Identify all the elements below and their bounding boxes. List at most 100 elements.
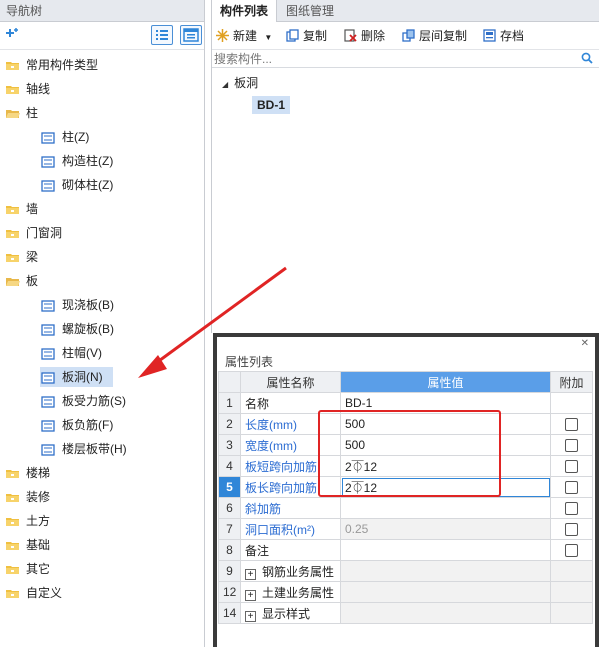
property-name: 板长跨向加筋 [240,476,341,498]
collapse-triangle-icon[interactable]: ◢ [222,80,228,89]
slab-rebar-icon [41,396,55,408]
row-number: 1 [218,392,241,414]
tree-item-label: 门窗洞 [26,226,63,240]
extra-checkbox[interactable] [565,418,578,432]
property-row[interactable]: 8 备注 [218,539,593,561]
floor-copy-button[interactable]: 层间复制 [402,28,467,44]
extra-checkbox[interactable] [565,544,578,558]
tree-folder-item[interactable]: 柱 [6,103,38,123]
save-archive-button-label: 存档 [500,29,525,43]
property-value[interactable]: BD-1 [340,392,551,414]
extra-cell [550,581,593,603]
tree-leaf-item[interactable]: 板受力筋(S) [40,391,126,411]
extra-cell [550,434,593,456]
property-row[interactable]: 14 + 显示样式 [218,602,593,624]
property-row[interactable]: 6 斜加筋 [218,497,593,519]
property-value[interactable]: 2⏁12 [340,455,551,477]
property-row[interactable]: 4 板短跨向加筋 2⏁12 [218,455,593,477]
extra-cell [550,392,593,414]
extra-checkbox[interactable] [565,523,578,537]
tree-item-label: 装修 [26,490,51,504]
save-archive-button[interactable]: 存档 [483,28,524,44]
tree-leaf-item[interactable]: 板负筋(F) [40,415,113,435]
extra-checkbox[interactable] [565,481,578,495]
tree-leaf-item[interactable]: 柱(Z) [40,127,89,147]
tree-folder-item[interactable]: 自定义 [6,583,62,603]
tree-folder-item[interactable]: 梁 [6,247,38,267]
tree-leaf-item[interactable]: 螺旋板(B) [40,319,114,339]
property-row[interactable]: 5 板长跨向加筋 2⏁12 [218,476,593,498]
delete-button[interactable]: 删除 [344,28,385,44]
tree-folder-item[interactable]: 墙 [6,199,38,219]
component-item-bd1[interactable]: BD-1 [252,96,291,114]
list-view-button[interactable] [151,25,173,45]
tree-leaf-item[interactable]: 砌体柱(Z) [40,175,113,195]
tree-folder-item[interactable]: 楼梯 [6,463,50,483]
add-sparkle-icon[interactable] [6,27,20,41]
extra-checkbox[interactable] [565,460,578,474]
tree-leaf-item[interactable]: 楼层板带(H) [40,439,127,459]
folder-icon [6,205,19,214]
property-row[interactable]: 2 长度(mm) 500 [218,413,593,435]
floor-copy-icon [402,29,415,42]
new-sparkle-icon [216,29,229,42]
tree-folder-item[interactable]: 基础 [6,535,50,555]
tree-folder-item[interactable]: 装修 [6,487,50,507]
search-icon[interactable] [581,52,593,64]
property-group-name[interactable]: + 显示样式 [240,602,341,624]
tree-folder-item[interactable]: 板 [6,271,38,291]
property-value[interactable]: 500 [340,413,551,435]
property-group-name[interactable]: + 土建业务属性 [240,581,341,603]
folder-icon [6,589,19,598]
tree-leaf-item[interactable]: 板洞(N) [40,367,113,387]
expand-plus-icon[interactable]: + [245,610,256,622]
copy-button[interactable]: 复制 [286,28,327,44]
component-search-input[interactable] [214,51,574,67]
extra-checkbox[interactable] [565,439,578,453]
component-search-bar [212,50,599,68]
new-button[interactable]: 新建 ▼ [216,28,272,44]
extra-checkbox[interactable] [565,502,578,516]
property-group-label: 土建业务属性 [262,585,335,600]
property-name: 斜加筋 [240,497,341,519]
property-value [340,581,551,603]
masonry-column-icon [41,180,55,192]
tree-folder-item[interactable]: 轴线 [6,79,50,99]
tree-folder-item[interactable]: 门窗洞 [6,223,62,243]
property-row[interactable]: 3 宽度(mm) 500 [218,434,593,456]
tab-drawing-management[interactable]: 图纸管理 [278,0,342,22]
expand-plus-icon[interactable]: + [245,589,256,601]
property-row[interactable]: 9 + 钢筋业务属性 [218,560,593,582]
property-value[interactable]: 500 [340,434,551,456]
tree-item-label: 梁 [26,250,39,264]
component-group-slab-hole[interactable]: ◢ 板洞 [222,74,258,92]
property-row[interactable]: 1 名称 BD-1 [218,392,593,414]
close-icon[interactable]: ✕ [581,338,589,349]
panel-view-button[interactable] [180,25,202,45]
delete-button-label: 删除 [361,29,386,43]
property-value[interactable] [340,539,551,561]
row-number: 8 [218,539,241,561]
property-panel-title: 属性列表 [217,337,595,373]
property-group-name[interactable]: + 钢筋业务属性 [240,560,341,582]
component-tabs: 构件列表 图纸管理 [212,0,599,22]
tree-folder-item[interactable]: 常用构件类型 [6,55,98,75]
tree-leaf-item[interactable]: 构造柱(Z) [40,151,113,171]
tree-leaf-item[interactable]: 现浇板(B) [40,295,114,315]
tree-leaf-item[interactable]: 柱帽(V) [40,343,102,363]
property-row[interactable]: 12 + 土建业务属性 [218,581,593,603]
copy-button-label: 复制 [303,29,328,43]
property-row[interactable]: 7 洞口面积(m²) 0.25 [218,518,593,540]
expand-plus-icon[interactable]: + [245,568,256,580]
property-value[interactable] [340,497,551,519]
property-value[interactable]: 2⏁12 [340,476,551,498]
tree-item-label: 楼层板带(H) [62,442,127,456]
tab-component-list[interactable]: 构件列表 [212,0,278,22]
tree-folder-item[interactable]: 其它 [6,559,50,579]
tree-folder-item[interactable]: 土方 [6,511,50,531]
tree-item-label: 螺旋板(B) [62,322,114,336]
tree-item-label: 柱帽(V) [62,346,102,360]
folder-icon [6,565,19,574]
tree-item-label: 板 [26,274,39,288]
extra-cell [550,497,593,519]
